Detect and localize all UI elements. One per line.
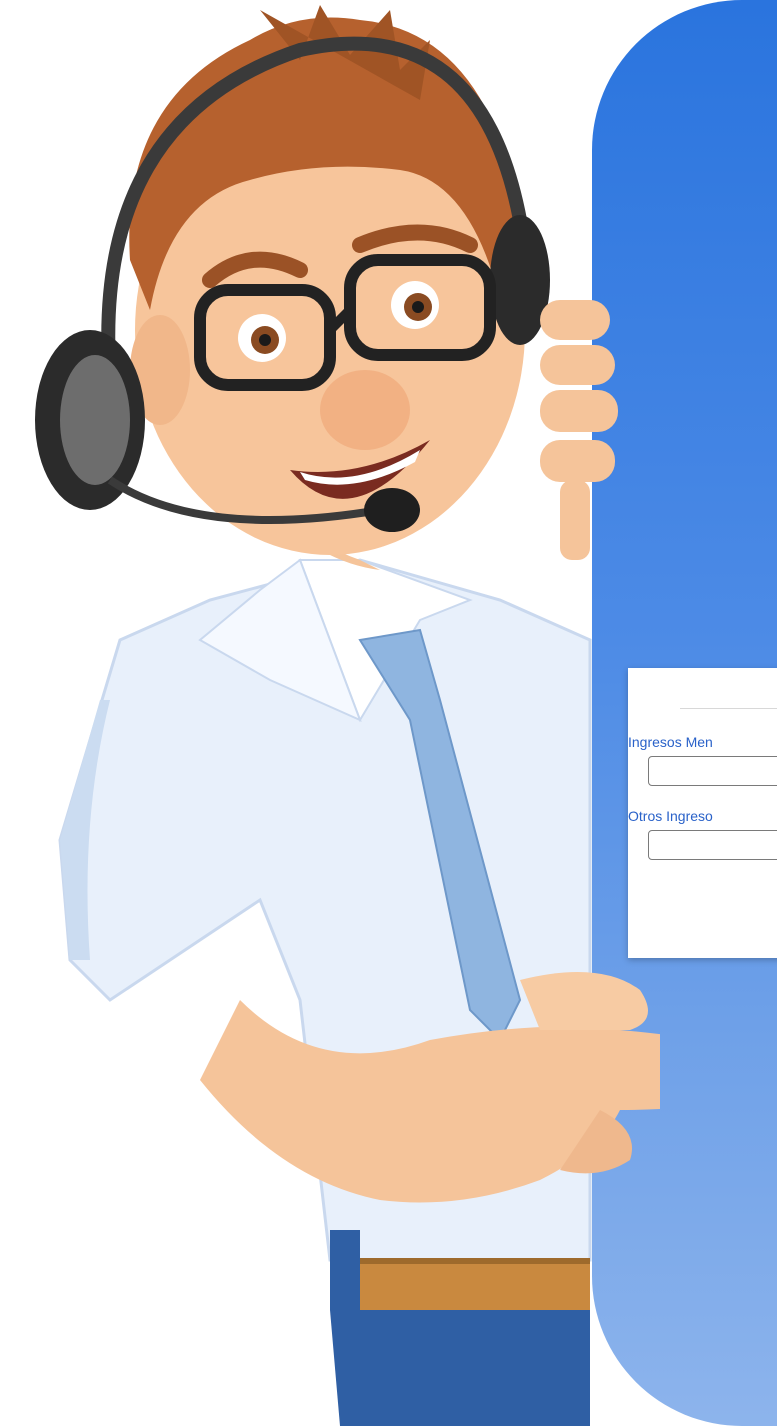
other-income-input[interactable]	[648, 830, 777, 860]
income-form-card: Ingresos Men Otros Ingreso	[628, 668, 777, 958]
other-income-label: Otros Ingreso	[628, 808, 713, 824]
customer-service-agent-icon	[35, 5, 660, 1426]
page: Ingresos Men Otros Ingreso	[0, 0, 777, 1426]
form-divider	[680, 708, 777, 709]
monthly-income-label: Ingresos Men	[628, 734, 713, 750]
monthly-income-input[interactable]	[648, 756, 777, 786]
